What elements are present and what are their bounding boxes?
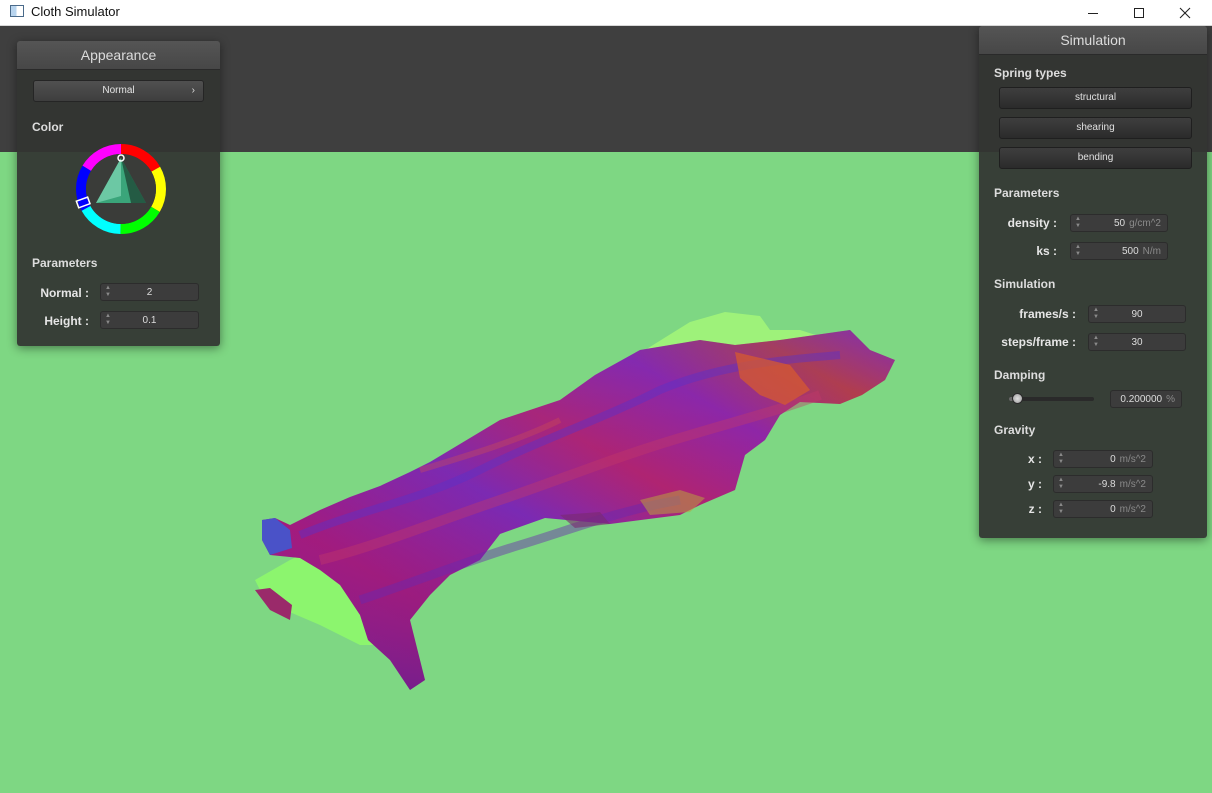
normal-label: Normal :: [40, 286, 89, 300]
parameters-label: Parameters: [994, 186, 1060, 200]
appearance-params-label: Parameters: [32, 256, 98, 270]
spinner-icon[interactable]: ▲ ▼: [1075, 216, 1081, 230]
spinner-icon[interactable]: ▲ ▼: [1058, 477, 1064, 491]
close-icon: [1179, 7, 1191, 18]
window-title: Cloth Simulator: [31, 4, 120, 19]
color-section-label: Color: [32, 120, 64, 134]
maximize-icon: [1134, 7, 1144, 18]
minimize-button[interactable]: [1070, 0, 1116, 25]
density-label: density :: [1007, 216, 1057, 230]
spinner-icon[interactable]: ▲ ▼: [1058, 452, 1064, 466]
simulation-section-label: Simulation: [994, 277, 1056, 291]
color-wheel-icon[interactable]: [73, 141, 169, 237]
spring-types-label: Spring types: [994, 66, 1067, 80]
spinner-icon[interactable]: ▲ ▼: [1075, 244, 1081, 258]
appearance-panel: Appearance Normal › Color Parameters Nor…: [17, 41, 220, 346]
simulation-panel-title: Simulation: [979, 26, 1207, 55]
steps-input[interactable]: ▲ ▼ 30: [1088, 333, 1186, 351]
damping-label: Damping: [994, 368, 1046, 382]
bending-button[interactable]: bending: [999, 147, 1192, 169]
ks-label: ks :: [1036, 244, 1057, 258]
fps-label: frames/s :: [1019, 307, 1076, 321]
gravity-z-label: z :: [1028, 502, 1042, 516]
damping-slider-knob[interactable]: [1012, 393, 1023, 404]
shearing-button[interactable]: shearing: [999, 117, 1192, 139]
gravity-x-input[interactable]: ▲ ▼ 0 m/s^2: [1053, 450, 1153, 468]
minimize-icon: [1088, 12, 1098, 14]
3d-viewport[interactable]: Appearance Normal › Color Parameters Nor…: [0, 26, 1212, 793]
height-input[interactable]: ▲ ▼ 0.1: [100, 311, 199, 329]
close-button[interactable]: [1162, 0, 1208, 25]
gravity-label: Gravity: [994, 423, 1036, 437]
structural-button[interactable]: structural: [999, 87, 1192, 109]
shader-dropdown-value: Normal: [102, 85, 135, 96]
gravity-z-input[interactable]: ▲ ▼ 0 m/s^2: [1053, 500, 1153, 518]
shader-dropdown[interactable]: Normal ›: [33, 80, 204, 102]
simulation-panel: Simulation Spring types structural shear…: [979, 26, 1207, 538]
window-titlebar: Cloth Simulator: [0, 0, 1212, 26]
height-label: Height :: [44, 314, 89, 328]
appearance-panel-title: Appearance: [17, 41, 220, 70]
maximize-button[interactable]: [1116, 0, 1162, 25]
normal-input[interactable]: ▲ ▼ 2: [100, 283, 199, 301]
gravity-y-label: y :: [1027, 477, 1042, 491]
gravity-x-label: x :: [1027, 452, 1042, 466]
density-input[interactable]: ▲ ▼ 50 g/cm^2: [1070, 214, 1168, 232]
gravity-y-input[interactable]: ▲ ▼ -9.8 m/s^2: [1053, 475, 1153, 493]
spinner-icon[interactable]: ▲ ▼: [1058, 502, 1064, 516]
app-window-icon: [10, 5, 24, 17]
damping-input[interactable]: 0.200000%: [1110, 390, 1182, 408]
steps-label: steps/frame :: [1001, 335, 1076, 349]
chevron-right-icon: ›: [191, 85, 195, 96]
fps-input[interactable]: ▲ ▼ 90: [1088, 305, 1186, 323]
ks-input[interactable]: ▲ ▼ 500 N/m: [1070, 242, 1168, 260]
